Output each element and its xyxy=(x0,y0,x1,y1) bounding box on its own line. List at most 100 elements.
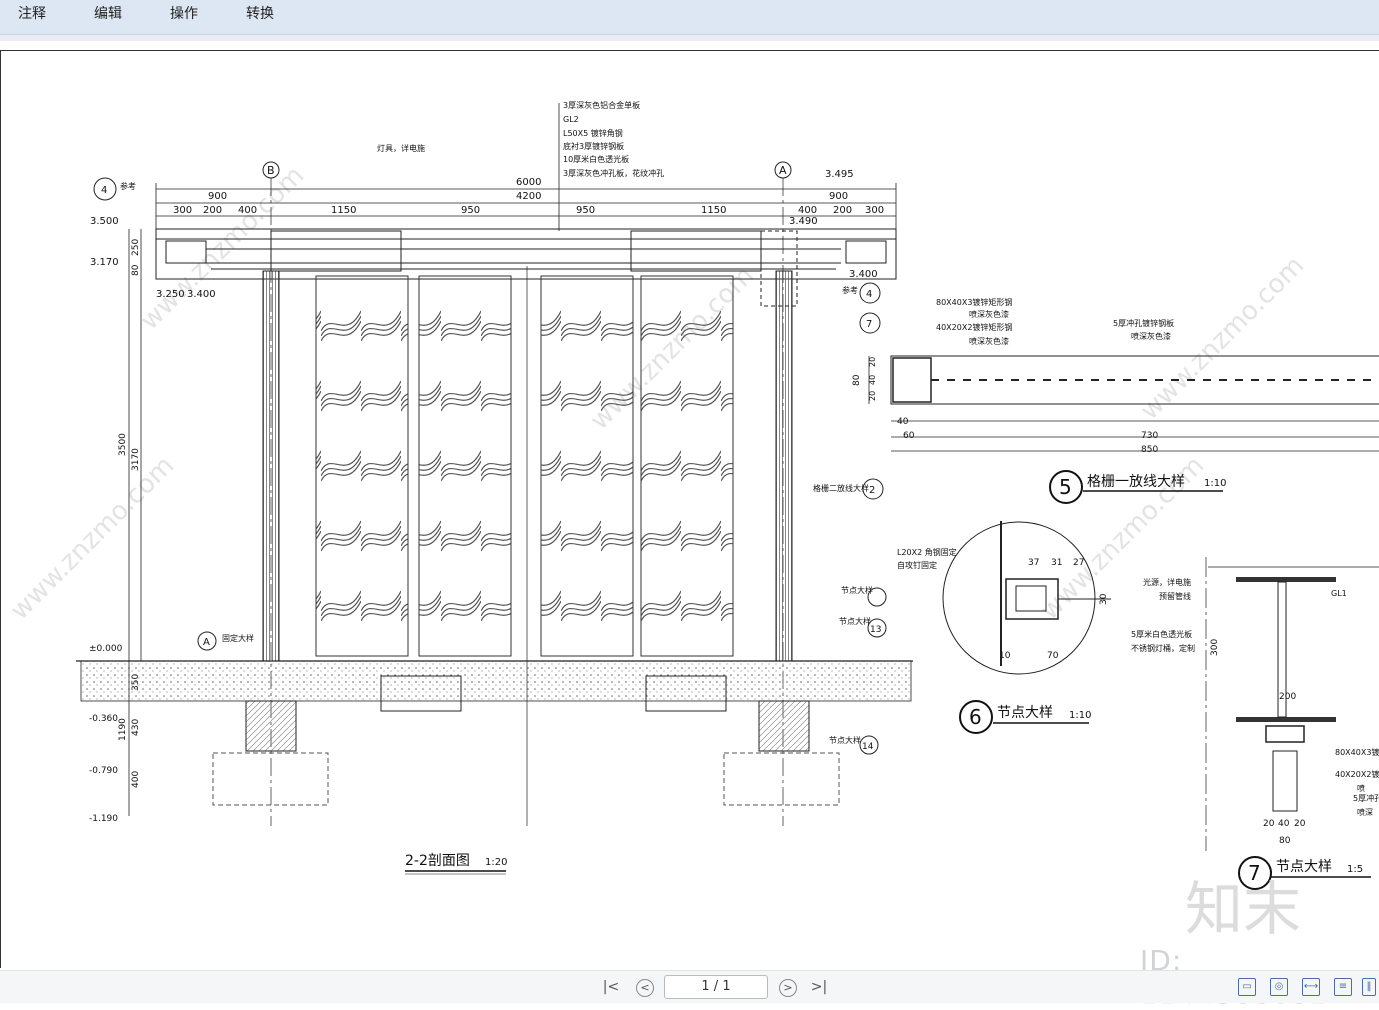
elev-top-right: 3.495 xyxy=(825,169,854,180)
note-ref-right: 参考 xyxy=(842,285,858,295)
d7-dim-40: 40 xyxy=(1278,819,1290,829)
vdim-400: 400 xyxy=(131,771,141,788)
d6-label-5: 5厚米白色透光板 xyxy=(1131,629,1192,639)
dim-950: 950 xyxy=(461,205,480,216)
d5-dim-40: 40 xyxy=(868,375,877,385)
dim-300b: 300 xyxy=(865,205,884,216)
d7-label-6: 喷深 xyxy=(1357,807,1373,817)
d7-label-4: 喷 xyxy=(1357,783,1365,793)
single-page-icon[interactable]: ≡ xyxy=(1334,978,1352,996)
dim-900-left: 900 xyxy=(208,191,227,202)
two-page-icon[interactable]: ‖ xyxy=(1362,978,1376,996)
dim-1150b: 1150 xyxy=(701,205,726,216)
vdim-350: 350 xyxy=(131,674,141,691)
section-title-group: 2-2剖面图 1:20 xyxy=(405,853,507,875)
note-ref-left: 参考 xyxy=(120,181,136,191)
dim-400: 400 xyxy=(238,205,257,216)
menu-convert[interactable]: 转换 xyxy=(246,3,274,23)
last-page-button[interactable]: >| xyxy=(808,977,830,997)
d6-num: 6 xyxy=(969,705,982,729)
ref-4-left: 4 xyxy=(101,185,107,196)
prev-page-button[interactable]: < xyxy=(636,979,654,997)
document-canvas[interactable]: www.znzmo.com www.znzmo.com www.znzmo.co… xyxy=(0,42,1379,968)
d7-dim-200: 200 xyxy=(1279,692,1296,702)
d6-dim-70: 70 xyxy=(1047,651,1059,661)
d7-dim-20a: 20 xyxy=(1263,819,1275,829)
d6-dim-10: 10 xyxy=(999,651,1011,661)
menu-operate[interactable]: 操作 xyxy=(170,3,198,23)
ref-14: 14 xyxy=(862,742,874,752)
d5-dim-730: 730 xyxy=(1141,431,1158,441)
d6-dim-31: 31 xyxy=(1051,558,1062,568)
d6-label-6: 不锈钢灯桶，定制 xyxy=(1131,643,1195,653)
pager-bar: |< < 1 / 1 > >| ▭ ◎ ⟷ ≡ ‖ xyxy=(0,970,1379,1003)
d7-dim-300: 300 xyxy=(1210,639,1220,656)
dim-950b: 950 xyxy=(576,205,595,216)
d5-dim-40: 40 xyxy=(897,417,909,427)
top-notes: 3厚深灰色铝合金单板 GL2 L50X5 镀锌角钢 底衬3厚镀锌钢板 10厚米白… xyxy=(377,100,664,178)
vdim-430: 430 xyxy=(131,719,141,736)
dim-4200: 4200 xyxy=(516,191,541,202)
menu-annotate[interactable]: 注释 xyxy=(18,3,46,23)
menu-bar: 注释 编辑 操作 转换 xyxy=(0,0,1379,35)
d6-label-4: 预留管线 xyxy=(1159,591,1191,601)
axis-b-label: B xyxy=(267,164,275,177)
note-lamp: 灯具，详电施 xyxy=(377,143,425,153)
d6-label-2: 自攻钉固定 xyxy=(897,560,937,570)
d5-dim-80: 80 xyxy=(852,374,862,386)
d7-label-2: 80X40X3镀 xyxy=(1335,747,1379,757)
note-2: GL2 xyxy=(563,115,579,124)
vdim-80: 80 xyxy=(131,264,141,276)
ground-foundation xyxy=(76,660,913,806)
watermark-text: www.znzmo.com xyxy=(135,161,310,336)
vdim-1190: 1190 xyxy=(118,718,128,741)
dim-200: 200 xyxy=(203,205,222,216)
dim-overall: 6000 xyxy=(516,177,541,188)
note-node-3: 节点大样 xyxy=(829,735,861,745)
ref-a: A xyxy=(203,637,210,648)
detail-6: L20X2 角钢固定 自攻钉固定 光源，详电施 预留管线 5厚米白色透光板 不锈… xyxy=(897,521,1195,734)
watermark-logo: 知末 xyxy=(1185,875,1302,943)
d7-dim-20b: 20 xyxy=(1294,819,1306,829)
d6-dim-27: 27 xyxy=(1073,558,1084,568)
d6-dim-37: 37 xyxy=(1028,558,1039,568)
elev-000: ±0.000 xyxy=(89,644,123,654)
vdim-250: 250 xyxy=(131,239,141,256)
fit-page-icon[interactable]: ◎ xyxy=(1270,978,1288,996)
detail-7: GL1 80X40X3镀 40X20X2镀 喷 5厚冲孔镀 喷深 300 200… xyxy=(1205,557,1379,890)
section-title: 2-2剖面图 xyxy=(405,853,470,869)
actual-size-icon[interactable]: ⟷ xyxy=(1302,978,1320,996)
note-grille: 格栅二放线大样 xyxy=(813,483,869,493)
axis-labels: B A xyxy=(267,164,787,177)
elev-3400: 3.400 xyxy=(187,289,216,300)
d6-label-1: L20X2 角钢固定 xyxy=(897,547,957,557)
first-page-button[interactable]: |< xyxy=(600,977,622,997)
d7-label-gl1: GL1 xyxy=(1331,589,1347,598)
ref-13: 13 xyxy=(870,625,881,635)
page-indicator[interactable]: 1 / 1 xyxy=(664,975,768,999)
d5-num: 5 xyxy=(1059,475,1072,499)
note-fix: 固定大样 xyxy=(222,633,254,643)
ref-7: 7 xyxy=(866,319,872,330)
dim-1150: 1150 xyxy=(331,205,356,216)
d7-dim-80: 80 xyxy=(1279,836,1291,846)
menu-edit[interactable]: 编辑 xyxy=(94,3,122,23)
note-5: 10厚米白色透光板 xyxy=(563,154,629,164)
note-6: 3厚深灰色冲孔板，花纹冲孔 xyxy=(563,168,664,178)
d5-dim-20a: 20 xyxy=(868,357,877,367)
d7-label-3: 40X20X2镀 xyxy=(1335,769,1379,779)
column-left xyxy=(262,270,280,662)
elev-3250: 3.250 xyxy=(156,289,185,300)
axis-a-label: A xyxy=(779,164,787,177)
elev-3170: 3.170 xyxy=(90,257,119,268)
note-node-2: 节点大样 xyxy=(839,616,871,626)
elev-3490: 3.490 xyxy=(789,216,818,227)
d5-label-3: 40X20X2镀锌矩形钢 xyxy=(936,322,1012,332)
fit-width-icon[interactable]: ▭ xyxy=(1238,978,1256,996)
d7-label-5: 5厚冲孔镀 xyxy=(1353,793,1379,803)
note-4: 底衬3厚镀锌钢板 xyxy=(563,141,624,151)
next-page-button[interactable]: > xyxy=(779,979,797,997)
d5-title: 格栅一放线大样 xyxy=(1087,474,1185,490)
drawing-sheet: www.znzmo.com www.znzmo.com www.znzmo.co… xyxy=(0,50,1379,968)
column-right xyxy=(775,270,793,662)
